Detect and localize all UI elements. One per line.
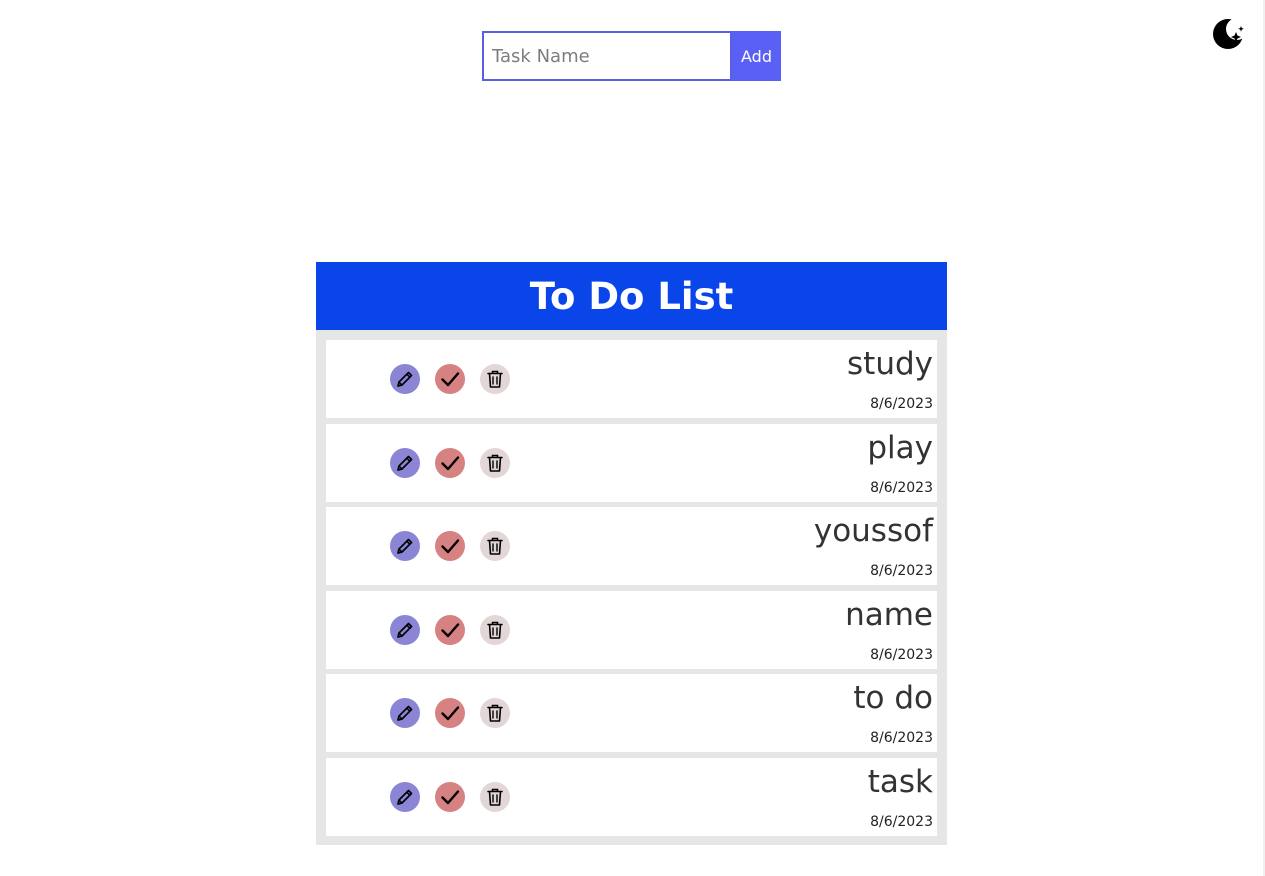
trash-icon <box>487 705 503 723</box>
pencil-icon <box>397 371 413 387</box>
complete-button[interactable] <box>435 447 465 478</box>
check-icon <box>441 455 460 470</box>
complete-button[interactable] <box>435 531 465 562</box>
delete-button[interactable] <box>480 447 510 478</box>
todo-item: name 8/6/2023 <box>326 590 937 669</box>
task-name: name <box>845 596 933 633</box>
item-actions <box>390 531 510 562</box>
todo-item: play 8/6/2023 <box>326 423 937 502</box>
task-name: play <box>867 429 933 466</box>
task-date: 8/6/2023 <box>870 563 933 580</box>
edit-button[interactable] <box>390 531 420 562</box>
task-name: to do <box>853 680 933 717</box>
item-actions <box>390 781 510 812</box>
delete-button[interactable] <box>480 698 510 729</box>
delete-button[interactable] <box>480 614 510 645</box>
check-icon <box>441 790 460 805</box>
page: Add To Do List <box>0 0 1265 876</box>
delete-button[interactable] <box>480 781 510 812</box>
trash-icon <box>487 621 503 639</box>
edit-button[interactable] <box>390 364 420 394</box>
add-button[interactable]: Add <box>732 31 781 81</box>
check-icon <box>441 706 460 721</box>
check-icon <box>441 372 460 387</box>
todo-item: task 8/6/2023 <box>326 757 937 836</box>
pencil-icon <box>397 455 413 471</box>
task-name-input[interactable] <box>482 31 732 81</box>
moon-stars-icon <box>1213 18 1248 49</box>
trash-icon <box>487 370 503 388</box>
todo-item: youssof 8/6/2023 <box>326 507 937 586</box>
delete-button[interactable] <box>480 531 510 562</box>
task-name: youssof <box>813 513 933 550</box>
task-date: 8/6/2023 <box>870 813 933 830</box>
pencil-icon <box>397 538 413 555</box>
item-actions <box>390 698 510 729</box>
task-date: 8/6/2023 <box>870 646 933 663</box>
list-title: To Do List <box>316 262 947 330</box>
item-actions <box>390 614 510 645</box>
delete-button[interactable] <box>480 364 510 394</box>
pencil-icon <box>397 622 413 638</box>
task-date: 8/6/2023 <box>870 396 933 412</box>
task-date: 8/6/2023 <box>870 730 933 747</box>
complete-button[interactable] <box>435 698 465 729</box>
theme-toggle-button[interactable] <box>1212 17 1248 51</box>
pencil-icon <box>397 789 413 805</box>
trash-icon <box>487 788 503 806</box>
check-icon <box>441 623 460 637</box>
task-date: 8/6/2023 <box>870 479 933 496</box>
trash-icon <box>487 454 503 472</box>
edit-button[interactable] <box>390 781 420 812</box>
todo-list: study 8/6/2023 play 8/6/2023 youssof 8/6… <box>316 330 947 836</box>
complete-button[interactable] <box>435 364 465 394</box>
edit-button[interactable] <box>390 698 420 729</box>
todo-item: study 8/6/2023 <box>326 340 937 418</box>
item-actions <box>390 364 510 394</box>
pencil-icon <box>397 706 413 722</box>
add-task-form: Add <box>482 31 781 81</box>
edit-button[interactable] <box>390 614 420 645</box>
edit-button[interactable] <box>390 447 420 478</box>
todo-item: to do 8/6/2023 <box>326 674 937 753</box>
trash-icon <box>487 537 503 555</box>
complete-button[interactable] <box>435 614 465 645</box>
item-actions <box>390 447 510 478</box>
check-icon <box>441 539 460 554</box>
task-name: task <box>867 763 933 800</box>
todo-list-panel: To Do List study 8/6/2023 play 8/6/2023 … <box>316 262 947 845</box>
complete-button[interactable] <box>435 781 465 812</box>
task-name: study <box>847 346 933 382</box>
